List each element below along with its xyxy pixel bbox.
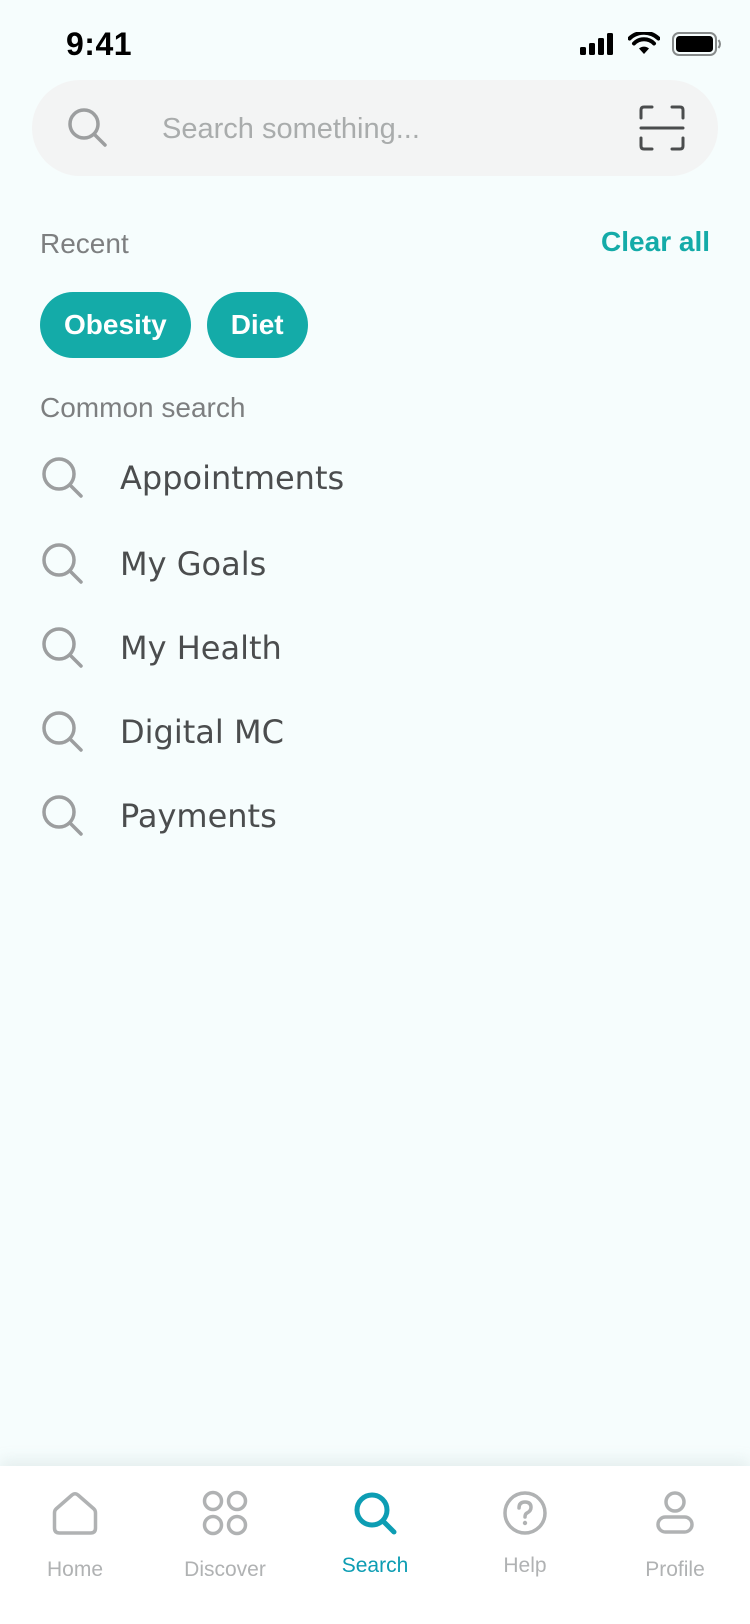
home-icon	[52, 1492, 98, 1535]
common-search-item-label: Appointments	[120, 459, 345, 497]
help-icon	[503, 1491, 547, 1535]
battery-icon	[672, 32, 721, 56]
tab-discover[interactable]: Discover	[150, 1466, 300, 1624]
grid-icon	[202, 1490, 248, 1536]
status-bar: 9:41	[0, 0, 750, 90]
status-time: 9:41	[66, 26, 133, 62]
common-search-item-label: Digital MC	[120, 713, 284, 751]
search-icon	[42, 627, 83, 668]
tab-profile-label: Profile	[645, 1558, 705, 1581]
recent-chip[interactable]: Obesity	[40, 292, 191, 358]
wifi-icon	[628, 32, 660, 54]
search-bar	[32, 80, 718, 176]
search-input[interactable]	[160, 102, 634, 156]
common-search-item[interactable]: My Health	[40, 618, 282, 678]
status-icons	[580, 32, 722, 56]
tab-home[interactable]: Home	[0, 1466, 150, 1624]
tab-home-label: Home	[46, 1558, 104, 1581]
search-icon	[42, 711, 83, 752]
recent-section-title: Recent	[40, 228, 129, 259]
recent-chips: Obesity Diet	[40, 292, 308, 358]
bottom-tab-bar: Home Discover Search Help Profile	[0, 1466, 750, 1624]
tab-profile[interactable]: Profile	[600, 1466, 750, 1624]
tab-discover-label: Discover	[184, 1558, 266, 1581]
tab-search[interactable]: Search	[300, 1466, 450, 1624]
search-icon	[354, 1492, 397, 1535]
common-search-item[interactable]: My Goals	[40, 534, 266, 594]
common-search-title: Common search	[40, 392, 246, 423]
common-search-item[interactable]: Appointments	[40, 448, 344, 508]
common-search-item[interactable]: Payments	[40, 786, 277, 846]
tab-help-label: Help	[503, 1554, 547, 1577]
tab-search-label: Search	[341, 1554, 409, 1577]
recent-chip[interactable]: Diet	[206, 292, 308, 358]
common-search-item[interactable]: Digital MC	[40, 702, 284, 762]
common-search-item-label: My Goals	[120, 545, 267, 583]
profile-icon	[656, 1491, 694, 1534]
search-icon	[42, 795, 83, 836]
signal-icon	[580, 33, 613, 55]
clear-all-button[interactable]: Clear all	[601, 226, 710, 258]
scan-icon[interactable]	[638, 104, 686, 152]
search-icon	[42, 457, 83, 498]
common-search-item-label: Payments	[120, 797, 277, 835]
search-icon	[68, 108, 107, 147]
tab-help[interactable]: Help	[450, 1466, 600, 1624]
search-icon	[42, 543, 83, 584]
common-search-item-label: My Health	[120, 629, 282, 667]
